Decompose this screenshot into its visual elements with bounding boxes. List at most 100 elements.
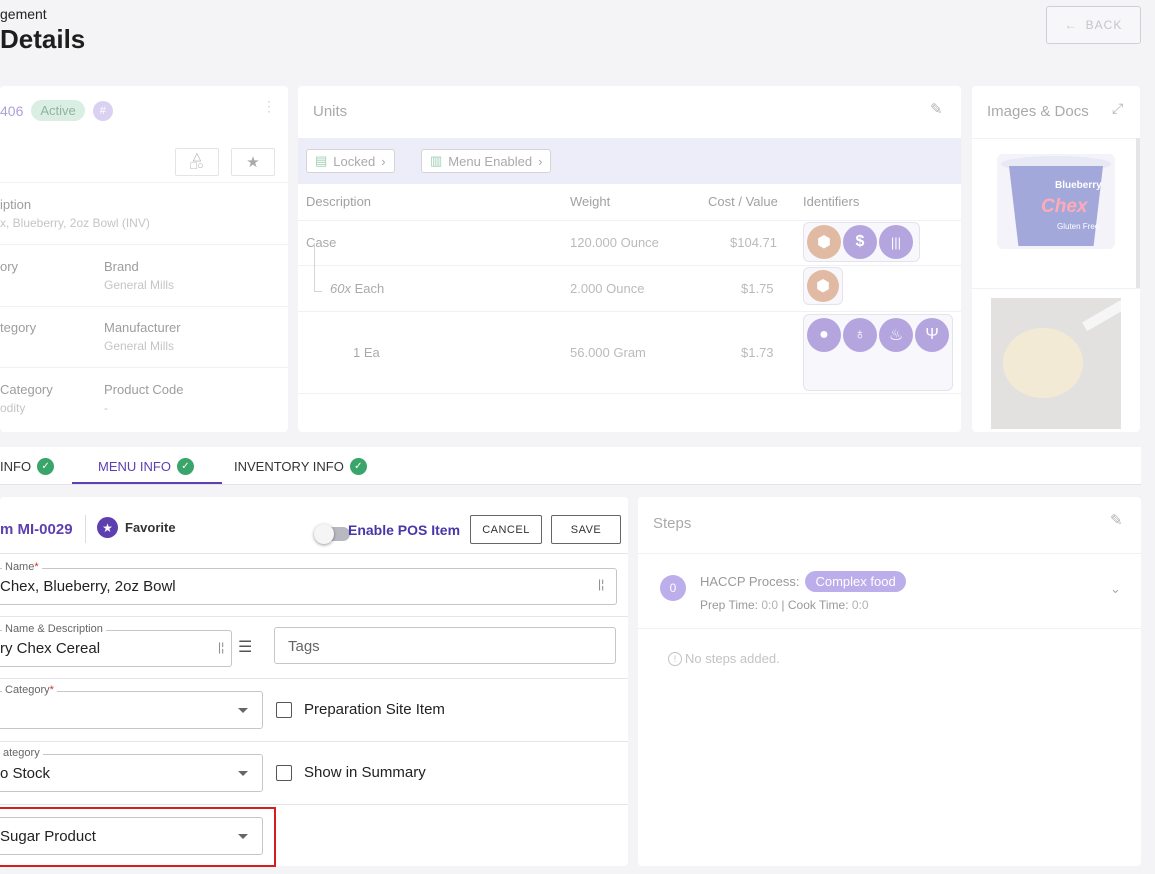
scrollbar[interactable] [1136, 138, 1140, 288]
identifiers-row-1[interactable]: ⬢ $ ||| [803, 222, 920, 262]
product-image-cup[interactable]: Blueberry Chex Gluten Free [997, 154, 1115, 249]
category-label: ory [0, 259, 19, 274]
expand-icon[interactable]: ⤢ [1112, 100, 1123, 117]
page-title: Details [0, 24, 86, 54]
bottle-icon: ♁ [843, 318, 877, 352]
arrow-left-icon: ← [1064, 18, 1078, 32]
manufacturer-value: General Mills [104, 339, 175, 353]
unit-row-cost: $1.73 [741, 345, 774, 360]
star-icon: ★ [97, 517, 118, 538]
chevron-right-icon: › [538, 153, 543, 169]
steps-card: Steps ✎ 0 HACCP Process: Complex food Pr… [638, 497, 1141, 866]
unit-row-desc: 1 Ea [353, 345, 380, 360]
description-value: x, Blueberry, 2oz Bowl (INV) [0, 216, 150, 230]
no-steps-message: ! No steps added. [668, 651, 780, 666]
name-field-value: Chex, Blueberry, 2oz Bowl [0, 578, 176, 595]
unit-row-cost: $1.75 [741, 281, 774, 296]
dropdown-caret-icon[interactable] [238, 708, 248, 713]
preparation-site-checkbox[interactable] [276, 702, 292, 718]
menu-enabled-button[interactable]: ▥ Menu Enabled › [421, 149, 552, 173]
units-title: Units [313, 103, 348, 120]
menu-info-form: m MI-0029 ★ Favorite Enable POS Item CAN… [0, 497, 628, 867]
unit-row-desc: 60x Each [330, 281, 385, 296]
dropdown-caret-icon[interactable] [238, 771, 248, 776]
name-description-label: Name & Description [2, 623, 106, 635]
manufacturer-label: Manufacturer [104, 320, 181, 335]
subcategory-label: tegory [0, 320, 37, 335]
locked-button[interactable]: ▤ Locked › [306, 149, 395, 173]
col-cost: Cost / Value [708, 194, 778, 209]
favorite-toggle[interactable]: ★ Favorite [97, 517, 176, 538]
product-code-value: - [104, 401, 108, 415]
identifiers-row-3[interactable]: ● ♁ ♨ Ψ [803, 314, 953, 391]
shapes-icon: △ □○ [190, 151, 204, 172]
category3-label: Category [0, 382, 53, 397]
unit-row-weight: 2.000 Ounce [570, 281, 645, 296]
edit-pencil-icon[interactable]: ✎ [930, 100, 943, 118]
category3-value: odity [0, 401, 26, 415]
utensils-icon: Ψ [915, 318, 949, 352]
category2-select-label: ategory [0, 747, 43, 759]
name-field-label: Name* [2, 561, 42, 573]
col-weight: Weight [570, 194, 611, 209]
back-button[interactable]: ← BACK [1046, 6, 1141, 44]
step-number-badge: 0 [660, 575, 686, 601]
sugar-product-value: Sugar Product [0, 828, 96, 845]
haccp-badge: Complex food [805, 571, 906, 592]
identifiers-row-2[interactable]: ⬢ [803, 267, 843, 305]
save-button[interactable]: SAVE [551, 515, 621, 544]
info-icon: ! [668, 651, 682, 666]
tab-info[interactable]: INFO ✓ [0, 458, 55, 475]
cancel-button[interactable]: CANCEL [470, 515, 542, 544]
menu-book-icon: ▥ [430, 153, 443, 168]
description-comment-icon[interactable]: ☰ [238, 637, 252, 657]
check-icon: ✓ [37, 458, 55, 475]
category-select-label: Category* [2, 684, 57, 696]
item-code: 406 [0, 102, 24, 119]
product-code-label: Product Code [104, 382, 184, 397]
tab-menu-info[interactable]: MENU INFO ✓ [98, 458, 194, 475]
barcode-icon: ||| [879, 225, 913, 259]
col-description: Description [306, 194, 372, 209]
chevron-down-icon[interactable]: ⌄ [1110, 581, 1121, 597]
field-settings-icon[interactable]: |¦ [598, 577, 604, 591]
category-select[interactable] [0, 691, 263, 729]
dropdown-caret-icon[interactable] [238, 834, 248, 839]
tags-input[interactable] [274, 627, 616, 664]
show-in-summary-checkbox[interactable] [276, 765, 292, 781]
pos-label: Enable POS Item [348, 522, 461, 538]
shapes-button[interactable]: △ □○ [175, 148, 219, 176]
chevron-right-icon: › [381, 153, 386, 169]
show-in-summary-label: Show in Summary [304, 764, 426, 781]
unit-row-cost: $104.71 [730, 235, 777, 250]
more-vert-icon[interactable]: ⋮ [262, 98, 276, 115]
haccp-row: HACCP Process: Complex food [700, 571, 906, 592]
star-icon: ★ [246, 154, 260, 171]
check-icon: ✓ [349, 458, 367, 475]
images-docs-title: Images & Docs [987, 103, 1089, 120]
hash-badge[interactable]: # [92, 100, 113, 121]
tags-placeholder: Tags [288, 638, 320, 655]
case-box-icon: ⬢ [807, 225, 841, 259]
breadcrumb: gement [0, 6, 47, 22]
unit-row-weight: 120.000 Ounce [570, 235, 659, 250]
tab-inventory-info[interactable]: INVENTORY INFO ✓ [234, 458, 367, 475]
name-description-value: ry Chex Cereal [0, 640, 101, 657]
edit-pencil-icon[interactable]: ✎ [1110, 511, 1123, 529]
cooking-pot-icon: ♨ [879, 318, 913, 352]
brand-value: General Mills [104, 278, 175, 292]
brand-label: Brand [104, 259, 139, 274]
tab-bar: INFO ✓ MENU INFO ✓ INVENTORY INFO ✓ [0, 447, 1141, 485]
favorite-star-button[interactable]: ★ [231, 148, 275, 176]
field-settings-icon[interactable]: |¦ [218, 640, 224, 654]
time-row: Prep Time: 0:0 | Cook Time: 0:0 [700, 598, 869, 612]
menu-item-id: m MI-0029 [0, 521, 73, 538]
steps-title: Steps [653, 515, 692, 532]
col-identifiers: Identifiers [803, 194, 860, 209]
product-image-spoon[interactable] [991, 298, 1121, 429]
pos-toggle-switch[interactable] [314, 524, 350, 544]
unit-row-desc: Case [306, 235, 337, 250]
item-summary-card: 406 Active # ⋮ △ □○ ★ iption x, Blueberry… [0, 86, 288, 432]
case-box-icon: ⬢ [807, 270, 839, 302]
fruit-icon: ● [807, 318, 841, 352]
